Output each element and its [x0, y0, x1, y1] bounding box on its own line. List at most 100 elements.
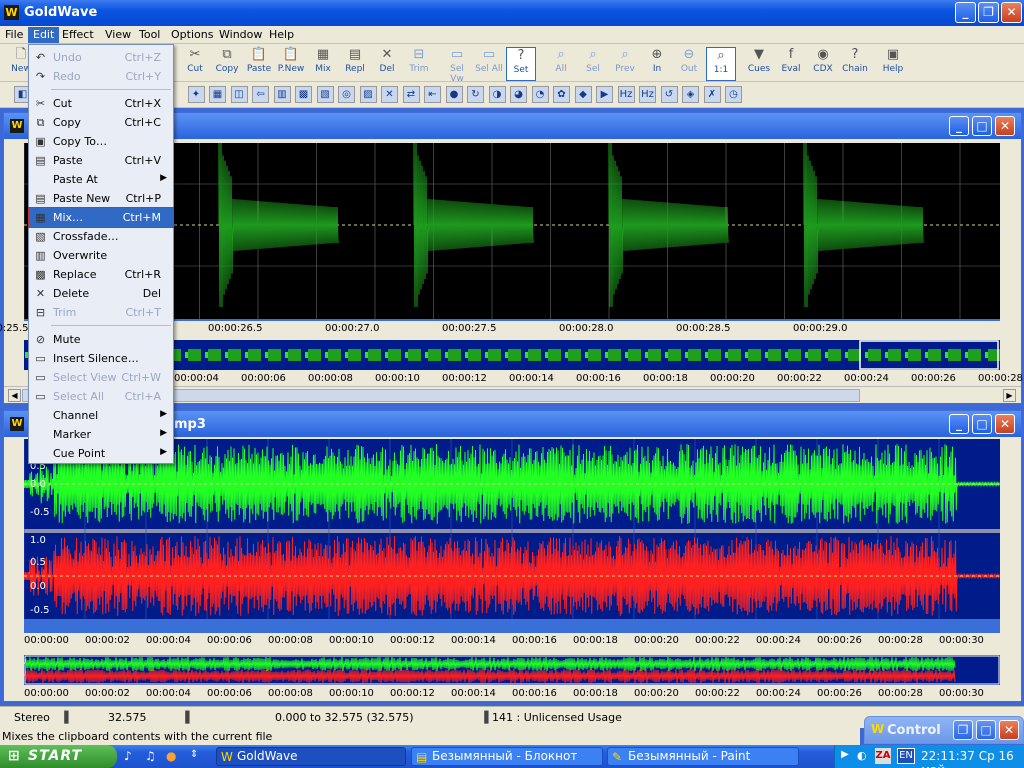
effect-tool-icon[interactable]: ✦ — [187, 86, 205, 103]
edit-menu-item-paste-new[interactable]: ▤ Paste New Ctrl+P — [29, 189, 173, 208]
effect-tool-icon[interactable]: ⇄ — [402, 86, 420, 103]
effect-tool-icon[interactable]: ◑ — [488, 86, 506, 103]
quicklaunch-media-icon[interactable]: ♪ — [124, 749, 132, 763]
edit-menu-item-delete[interactable]: ✕ Delete Del — [29, 284, 173, 303]
edit-menu-item-paste-at[interactable]: Paste At ▶ — [29, 170, 173, 189]
sound-window-1-minimize-button[interactable]: _ — [949, 116, 969, 136]
edit-menu-item-mix[interactable]: ▦ Mix… Ctrl+M — [28, 207, 174, 228]
edit-menu-item-undo[interactable]: ↶ Undo Ctrl+Z — [29, 48, 173, 67]
effect-tool-icon[interactable]: Hz — [639, 86, 656, 103]
menu-options[interactable]: Options — [166, 27, 218, 43]
effect-tool-icon[interactable]: ✗ — [703, 86, 721, 103]
toolbar-mix-button[interactable]: ▦ Mix — [308, 47, 338, 81]
edit-menu-item-mute[interactable]: ⊘ Mute — [29, 330, 173, 349]
menu-view[interactable]: View — [100, 27, 136, 43]
edit-menu-item-select-all[interactable]: ▭ Select All Ctrl+A — [29, 387, 173, 406]
clock[interactable]: 22:11:37 Ср 16 май — [921, 749, 1024, 768]
edit-menu-item-marker[interactable]: Marker ▶ — [29, 425, 173, 444]
toolbar-all-button[interactable]: ⌕ All — [546, 47, 576, 81]
start-button[interactable]: ⊞ START — [0, 745, 117, 768]
quicklaunch-expand-icon[interactable]: ⇕ — [190, 749, 198, 760]
taskbar-task[interactable]: ✎ Безымянный - Paint — [607, 747, 799, 766]
language-indicator[interactable]: EN — [897, 748, 915, 764]
sound-window-1-close-button[interactable]: ✕ — [995, 116, 1015, 136]
close-button[interactable]: ✕ — [1001, 2, 1022, 23]
edit-menu-item-overwrite[interactable]: ▥ Overwrite — [29, 246, 173, 265]
effect-tool-icon[interactable]: ▶ — [596, 86, 613, 103]
effect-tool-icon[interactable]: ▨ — [359, 86, 377, 103]
taskbar-task[interactable]: ▤ Безымянный - Блокнот — [411, 747, 603, 766]
control-maximize-button[interactable]: □ — [976, 720, 996, 740]
stereo-waveform[interactable]: 0.50.0-0.51.00.50.0-0.5 — [24, 439, 1000, 619]
taskbar-task[interactable]: W GoldWave — [216, 747, 406, 766]
edit-menu-item-insert-silence[interactable]: ▭ Insert Silence… — [29, 349, 173, 368]
toolbar-chain-button[interactable]: ? Chain — [840, 47, 870, 81]
restore-button[interactable]: ❐ — [978, 2, 999, 23]
effect-tool-icon[interactable]: ◷ — [725, 86, 742, 103]
sound-window-1-maximize-button[interactable]: □ — [972, 116, 992, 136]
effect-tool-icon[interactable]: ◆ — [574, 86, 592, 103]
effect-tool-icon[interactable]: ◕ — [510, 86, 527, 103]
toolbar-trim-button[interactable]: ⊟ Trim — [404, 47, 434, 81]
control-window[interactable]: W Control ❐ □ ✕ — [864, 716, 1024, 744]
tray-app-icon[interactable]: ZA — [875, 748, 891, 764]
quicklaunch-music-icon[interactable]: ♫ — [145, 749, 156, 763]
edit-menu-item-replace[interactable]: ▩ Replace Ctrl+R — [29, 265, 173, 284]
edit-menu-item-cut[interactable]: ✂ Cut Ctrl+X — [29, 94, 173, 113]
effect-tool-icon[interactable]: ↻ — [467, 86, 484, 103]
minimize-button[interactable]: _ — [955, 2, 976, 23]
effect-tool-icon[interactable]: ⇦ — [252, 86, 269, 103]
effect-tool-icon[interactable]: ● — [445, 86, 463, 103]
toolbar-sel-all-button[interactable]: ▭ Sel All — [474, 47, 504, 81]
effect-tool-icon[interactable]: ✕ — [381, 86, 398, 103]
toolbar-cues-button[interactable]: ▼ Cues — [744, 47, 774, 81]
toolbar-help-button[interactable]: ▣ Help — [878, 47, 908, 81]
effect-tool-icon[interactable]: ⇤ — [424, 86, 441, 103]
quicklaunch-firefox-icon[interactable]: ● — [166, 749, 176, 763]
effect-tool-icon[interactable]: Hz — [617, 86, 635, 103]
sound-window-2-maximize-button[interactable]: □ — [972, 414, 992, 434]
effect-tool-icon[interactable]: ▧ — [316, 86, 334, 103]
menu-file[interactable]: File — [0, 27, 28, 43]
toolbar-copy-button[interactable]: ⧉ Copy — [212, 47, 242, 81]
toolbar-out-button[interactable]: ⊖ Out — [674, 47, 704, 81]
effect-tool-icon[interactable]: ◈ — [682, 86, 699, 103]
scroll-right-arrow[interactable]: ▶ — [1003, 389, 1016, 402]
toolbar-cdx-button[interactable]: ◉ CDX — [808, 47, 838, 81]
effect-tool-icon[interactable]: ↺ — [660, 86, 678, 103]
edit-menu-item-cue-point[interactable]: Cue Point ▶ — [29, 444, 173, 463]
edit-menu-item-paste[interactable]: ▤ Paste Ctrl+V — [29, 151, 173, 170]
toolbar-sel-vw-button[interactable]: ▭ Sel Vw — [442, 47, 472, 84]
effect-tool-icon[interactable]: ◫ — [230, 86, 248, 103]
toolbar-sel-button[interactable]: ⌕ Sel — [578, 47, 608, 81]
toolbar-1-1-button[interactable]: ⌕ 1:1 — [706, 47, 736, 81]
sound-window-2-close-button[interactable]: ✕ — [995, 414, 1015, 434]
toolbar-p-new-button[interactable]: 📋 P.New — [276, 47, 306, 81]
effect-tool-icon[interactable]: ▥ — [273, 86, 291, 103]
menu-edit[interactable]: Edit — [28, 27, 60, 43]
toolbar-del-button[interactable]: ✕ Del — [372, 47, 402, 81]
toolbar-repl-button[interactable]: ▤ Repl — [340, 47, 370, 81]
toolbar-eval-button[interactable]: f Eval — [776, 47, 806, 81]
edit-menu-item-crossfade[interactable]: ▧ Crossfade… — [29, 227, 173, 246]
control-minimize-button[interactable]: ❐ — [953, 720, 973, 740]
edit-menu-item-copy[interactable]: ⧉ Copy Ctrl+C — [29, 113, 173, 132]
menu-window[interactable]: Window — [214, 27, 267, 43]
edit-menu-item-redo[interactable]: ↷ Redo Ctrl+Y — [29, 67, 173, 86]
effect-tool-icon[interactable]: ▩ — [295, 86, 312, 103]
toolbar-cut-button[interactable]: ✂ Cut — [180, 47, 210, 81]
edit-menu-item-channel[interactable]: Channel ▶ — [29, 406, 173, 425]
scroll-left-arrow[interactable]: ◀ — [8, 389, 21, 402]
time-ruler[interactable]: 00:00:00 00:00:02 00:00:04 00:00:06 00:00:08… — [24, 633, 1000, 651]
edit-menu-item-trim[interactable]: ⊟ Trim Ctrl+T — [29, 303, 173, 322]
effect-tool-icon[interactable]: ✿ — [553, 86, 570, 103]
effect-tool-icon[interactable]: ▦ — [209, 86, 226, 103]
menu-effect[interactable]: Effect — [57, 27, 99, 43]
edit-menu-item-copy-to[interactable]: ▣ Copy To… — [29, 132, 173, 151]
edit-menu-item-select-view[interactable]: ▭ Select View Ctrl+W — [29, 368, 173, 387]
toolbar-set-button[interactable]: ? Set — [506, 47, 536, 81]
menu-help[interactable]: Help — [264, 27, 299, 43]
effect-tool-icon[interactable]: ◎ — [338, 86, 355, 103]
menu-tool[interactable]: Tool — [134, 27, 165, 43]
toolbar-prev-button[interactable]: ⌕ Prev — [610, 47, 640, 81]
